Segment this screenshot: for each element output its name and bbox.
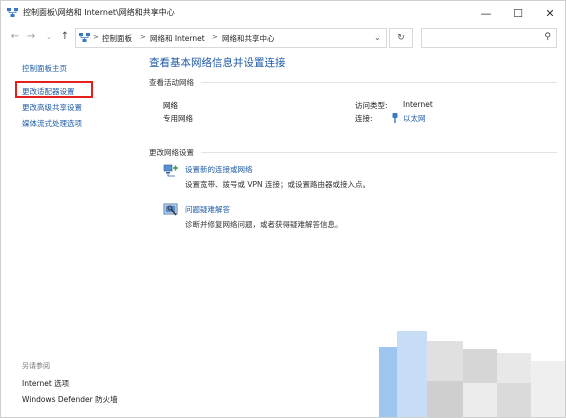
access-type-value: Internet [403, 100, 433, 109]
access-type-label: 访问类型: [355, 101, 388, 110]
breadcrumb-separator: > [140, 33, 146, 41]
blurred-watermark [427, 341, 463, 381]
blurred-watermark [497, 353, 531, 383]
breadcrumb-control-panel[interactable]: 控制面板 [102, 33, 132, 44]
address-dropdown-chevron-icon[interactable]: ⌄ [374, 33, 381, 42]
sidebar-item-media-streaming[interactable]: 媒体流式处理选项 [22, 118, 82, 129]
forward-arrow-icon[interactable]: → [25, 31, 37, 43]
title-bar: 控制面板\网络和 Internet\网络和共享中心 — ☐ ✕ [1, 1, 565, 25]
network-app-icon [7, 8, 18, 17]
back-arrow-icon[interactable]: ← [9, 31, 21, 43]
breadcrumb-separator: > [212, 33, 218, 41]
up-arrow-icon[interactable]: ↑ [59, 31, 71, 43]
left-navigation-pane: 控制面板主页 更改适配器设置 更改高级共享设置 媒体流式处理选项 另请参阅 In… [1, 51, 141, 417]
window-title: 控制面板\网络和 Internet\网络和共享中心 [23, 8, 175, 17]
highlight-annotation-box [15, 81, 93, 98]
setup-connection-description: 设置宽带、拨号或 VPN 连接；或设置路由器或接入点。 [185, 180, 371, 189]
section-divider [201, 82, 557, 83]
network-setup-icon [163, 164, 178, 177]
breadcrumb-sharing-center[interactable]: 网络和共享中心 [222, 33, 275, 44]
minimize-button[interactable]: — [470, 1, 502, 25]
connections-label: 连接: [355, 114, 373, 123]
close-button[interactable]: ✕ [534, 1, 566, 25]
troubleshoot-description: 诊断并修复网络问题，或者获得疑难解答信息。 [185, 220, 343, 229]
ethernet-icon [392, 113, 398, 123]
setup-connection-link[interactable]: 设置新的连接或网络 [185, 164, 253, 175]
see-also-firewall[interactable]: Windows Defender 防火墙 [22, 394, 118, 405]
ethernet-connection-link[interactable]: 以太网 [403, 113, 426, 124]
search-input[interactable]: ⚲ [421, 28, 557, 48]
change-settings-heading: 更改网络设置 [149, 148, 194, 157]
breadcrumb-network-internet[interactable]: 网络和 Internet [150, 33, 205, 44]
troubleshoot-link[interactable]: 问题疑难解答 [185, 204, 230, 215]
page-title: 查看基本网络信息并设置连接 [149, 57, 286, 69]
blurred-watermark [497, 383, 531, 417]
troubleshoot-icon [163, 203, 178, 216]
blurred-watermark [531, 361, 565, 417]
control-panel-icon [79, 33, 90, 42]
blurred-watermark [397, 331, 427, 417]
network-category[interactable]: 专用网络 [163, 113, 193, 124]
maximize-button[interactable]: ☐ [502, 1, 534, 25]
see-also-heading: 另请参阅 [22, 362, 50, 370]
blurred-watermark [463, 383, 497, 417]
blurred-watermark [463, 349, 497, 383]
see-also-internet-options[interactable]: Internet 选项 [22, 378, 69, 389]
search-icon: ⚲ [544, 32, 551, 42]
active-networks-heading: 查看活动网络 [149, 78, 194, 87]
section-divider [201, 152, 557, 153]
navigation-bar: ← → ⌄ ↑ > 控制面板 > 网络和 Internet > 网络和共享中心 … [1, 25, 565, 51]
address-bar[interactable]: > 控制面板 > 网络和 Internet > 网络和共享中心 ⌄ [75, 28, 387, 48]
sidebar-item-home[interactable]: 控制面板主页 [22, 63, 67, 74]
breadcrumb-separator: > [93, 33, 99, 41]
recent-locations-chevron-icon[interactable]: ⌄ [43, 31, 55, 43]
network-sharing-center-window: 控制面板\网络和 Internet\网络和共享中心 — ☐ ✕ ← → ⌄ ↑ … [0, 0, 566, 418]
refresh-icon[interactable]: ↻ [389, 28, 413, 48]
sidebar-item-advanced-sharing[interactable]: 更改高级共享设置 [22, 102, 82, 113]
blurred-watermark [427, 381, 463, 417]
network-name: 网络 [163, 101, 178, 110]
